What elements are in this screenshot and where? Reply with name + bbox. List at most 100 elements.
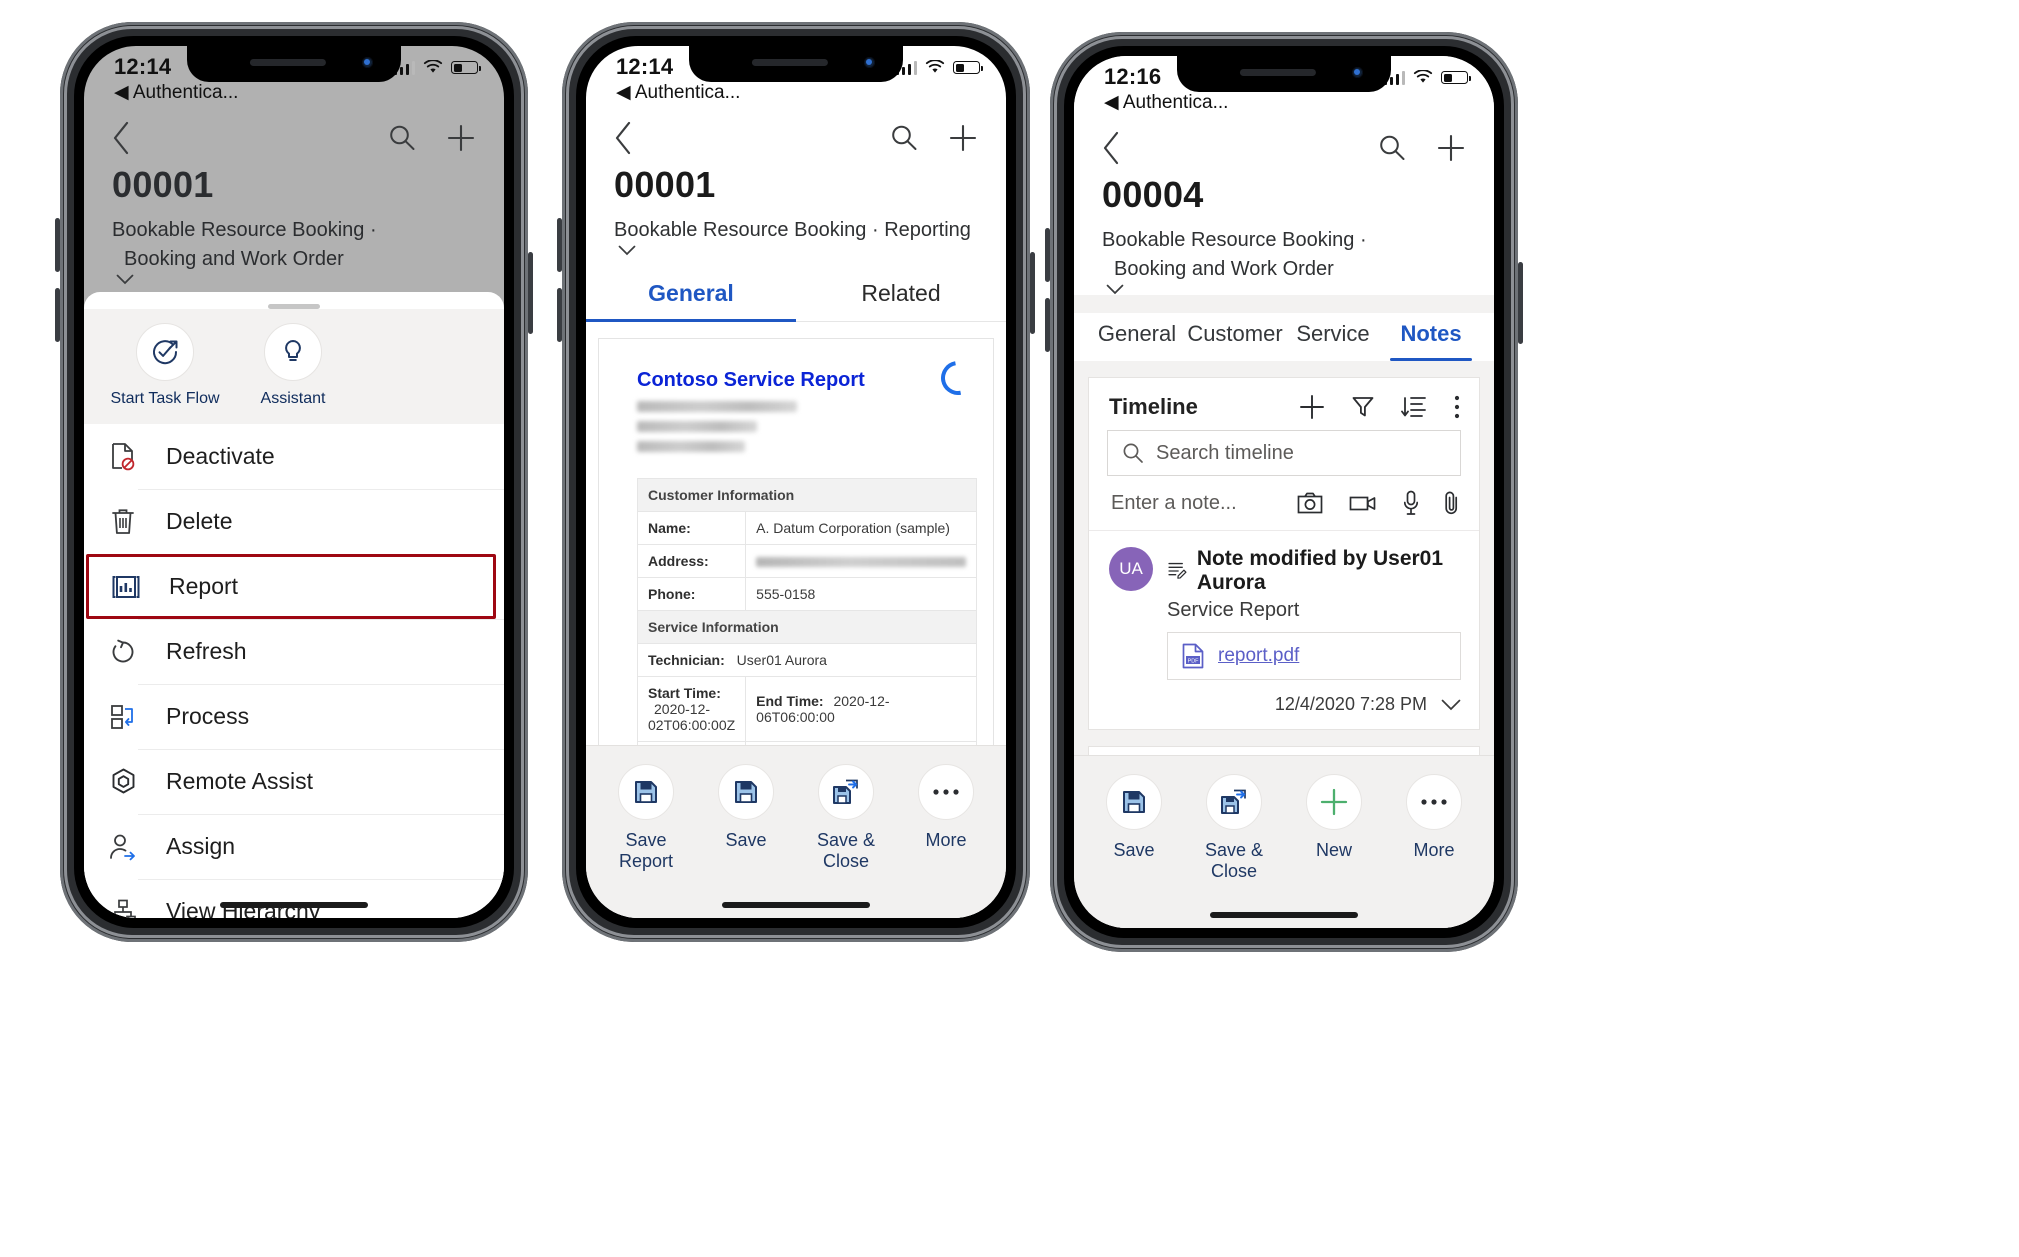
search-icon[interactable] xyxy=(890,124,918,152)
tab-service[interactable]: Service xyxy=(1284,313,1382,361)
attachment-icon[interactable] xyxy=(1445,490,1459,516)
report-icon xyxy=(109,573,143,601)
table-row: Technician: User01 Aurora xyxy=(636,643,978,677)
chevron-down-icon[interactable] xyxy=(1441,699,1461,711)
front-camera xyxy=(362,57,373,68)
ellipsis-icon xyxy=(1421,799,1447,805)
plus-icon[interactable] xyxy=(1299,394,1325,420)
command-label: Save & Close xyxy=(816,830,876,871)
report-address-line-1-redacted xyxy=(637,401,797,412)
plus-icon[interactable] xyxy=(1436,133,1466,163)
status-back-app[interactable]: ◀ Authentica... xyxy=(616,81,978,104)
menu-item-view-hierarchy[interactable]: View Hierarchy xyxy=(84,879,504,918)
search-timeline-input[interactable]: Search timeline xyxy=(1107,430,1461,476)
save-close-icon xyxy=(833,779,858,804)
menu-item-report[interactable]: Report xyxy=(86,554,496,620)
volume-up-button[interactable] xyxy=(1045,228,1050,282)
breadcrumb: Bookable Resource Booking · Reporting xyxy=(586,206,1006,256)
chevron-left-icon[interactable] xyxy=(612,120,634,156)
refresh-icon xyxy=(106,638,140,666)
menu-item-deactivate[interactable]: Deactivate xyxy=(84,424,504,489)
save-report-button[interactable]: Save Report xyxy=(596,764,696,872)
more-button[interactable]: More xyxy=(1384,774,1484,861)
chevron-down-icon[interactable] xyxy=(116,274,134,285)
menu-item-process[interactable]: Process xyxy=(84,684,504,749)
save-button[interactable]: Save xyxy=(1084,774,1184,861)
tab-customer[interactable]: Customer xyxy=(1186,313,1284,361)
form-name[interactable]: Booking and Work Order xyxy=(112,245,344,274)
tab-general[interactable]: General xyxy=(586,270,796,322)
entry-timestamp: 12/4/2020 7:28 PM xyxy=(1274,694,1427,714)
home-indicator[interactable] xyxy=(220,902,368,908)
chevron-down-icon[interactable] xyxy=(1106,284,1124,295)
volume-up-button[interactable] xyxy=(55,218,60,272)
volume-down-button[interactable] xyxy=(557,288,562,342)
chevron-left-icon[interactable] xyxy=(1100,130,1122,166)
filter-icon[interactable] xyxy=(1351,395,1375,419)
breadcrumb-separator: · xyxy=(1359,229,1367,251)
breadcrumb-separator: · xyxy=(369,219,377,241)
tab-general[interactable]: General xyxy=(1088,313,1186,361)
save-and-close-button[interactable]: Save & Close xyxy=(796,764,896,872)
more-button[interactable]: More xyxy=(896,764,996,851)
table-row: Name: A. Datum Corporation (sample) xyxy=(636,511,978,545)
menu-item-delete[interactable]: Delete xyxy=(84,489,504,554)
volume-down-button[interactable] xyxy=(55,288,60,342)
remote-assist-icon xyxy=(106,767,140,797)
power-button[interactable] xyxy=(528,252,533,334)
home-indicator[interactable] xyxy=(722,902,870,908)
command-label: More xyxy=(925,830,967,850)
tab-related[interactable]: Related xyxy=(796,270,1006,321)
new-button[interactable]: New xyxy=(1284,774,1384,861)
command-menu-list: Deactivate Delete Report Refresh Process… xyxy=(84,424,504,918)
bottom-command-bar: Save Save & Close New More xyxy=(1074,755,1494,928)
camera-icon[interactable] xyxy=(1297,492,1323,514)
attachment-link[interactable]: report.pdf xyxy=(1218,645,1299,667)
process-icon xyxy=(106,703,140,731)
sort-icon[interactable] xyxy=(1401,395,1427,419)
plus-icon[interactable] xyxy=(948,123,978,153)
field-label-address: Address: xyxy=(648,553,709,569)
menu-item-label: Report xyxy=(169,573,239,600)
quick-action-assistant[interactable]: Assistant xyxy=(234,317,352,408)
lightbulb-icon xyxy=(285,340,301,361)
volume-up-button[interactable] xyxy=(557,218,562,272)
tab-notes[interactable]: Notes xyxy=(1382,313,1480,361)
field-value-name: A. Datum Corporation (sample) xyxy=(745,511,978,545)
field-label-technician: Technician: xyxy=(648,652,725,668)
home-indicator[interactable] xyxy=(1210,912,1358,918)
breadcrumb: Bookable Resource Booking · Booking and … xyxy=(84,206,504,285)
menu-item-remote-assist[interactable]: Remote Assist xyxy=(84,749,504,814)
command-bar xyxy=(586,110,1006,162)
chevron-down-icon[interactable] xyxy=(618,245,636,256)
search-icon[interactable] xyxy=(1378,134,1406,162)
power-button[interactable] xyxy=(1030,252,1035,334)
search-icon[interactable] xyxy=(388,124,416,152)
attachment-row[interactable]: PDF report.pdf xyxy=(1167,632,1461,680)
note-composer[interactable]: Enter a note... xyxy=(1089,476,1479,531)
video-icon[interactable] xyxy=(1349,494,1377,512)
timeline-entry[interactable]: UA Note modified by User01 Aurora Servic… xyxy=(1089,531,1479,729)
save-icon xyxy=(1123,791,1145,813)
status-back-app[interactable]: ◀ Authentica... xyxy=(114,81,476,104)
plus-icon[interactable] xyxy=(446,123,476,153)
overflow-icon[interactable] xyxy=(1453,394,1461,420)
menu-item-label: Deactivate xyxy=(166,443,275,470)
menu-item-assign[interactable]: Assign xyxy=(84,814,504,879)
microphone-icon[interactable] xyxy=(1403,490,1419,516)
timeline-title: Timeline xyxy=(1109,394,1198,419)
menu-item-refresh[interactable]: Refresh xyxy=(84,619,504,684)
menu-item-label: Process xyxy=(166,703,250,730)
status-back-app[interactable]: ◀ Authentica... xyxy=(1104,91,1466,114)
save-and-close-button[interactable]: Save & Close xyxy=(1184,774,1284,882)
breadcrumb-separator: · xyxy=(871,219,879,241)
quick-action-start-task-flow[interactable]: Start Task Flow xyxy=(106,317,224,408)
page-title: 00001 xyxy=(614,164,716,205)
form-name[interactable]: Booking and Work Order xyxy=(1102,255,1334,284)
section-service-information: Service Information xyxy=(636,610,978,644)
volume-down-button[interactable] xyxy=(1045,298,1050,352)
power-button[interactable] xyxy=(1518,262,1523,344)
chevron-left-icon[interactable] xyxy=(110,120,132,156)
form-name[interactable]: Reporting xyxy=(884,219,971,241)
save-button[interactable]: Save xyxy=(696,764,796,851)
